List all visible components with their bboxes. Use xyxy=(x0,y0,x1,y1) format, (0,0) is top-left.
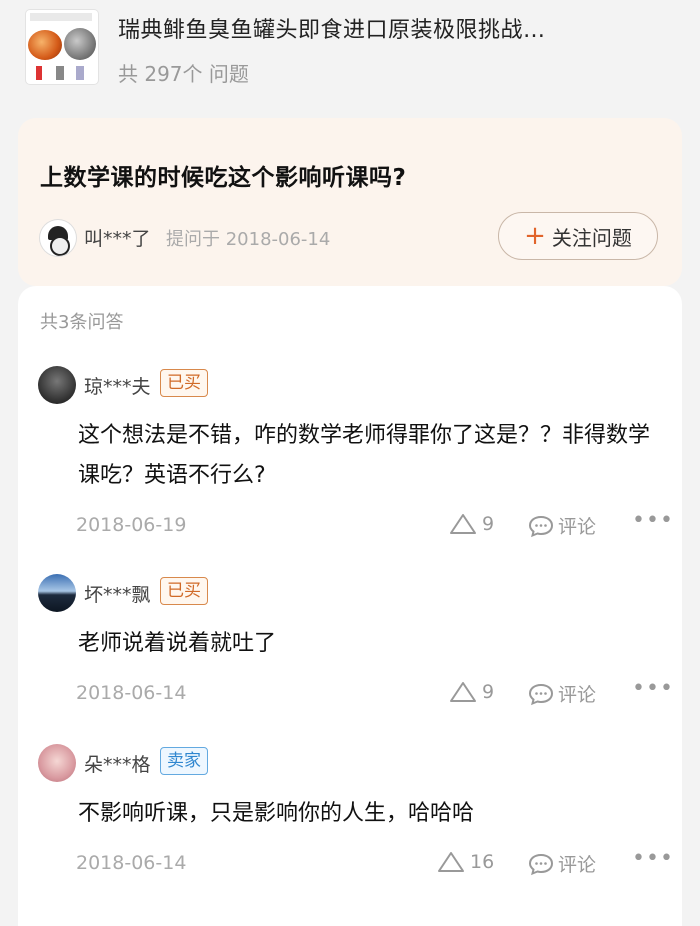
like-count: 9 xyxy=(482,513,495,535)
answerer-name: 坏***飘 xyxy=(84,584,151,606)
chat-bubble-icon xyxy=(528,853,554,875)
answer-text: 这个想法是不错，咋的数学老师得罪你了这是？？非得数学课吃？英语不行么? xyxy=(78,423,651,488)
product-thumbnail[interactable] xyxy=(26,10,98,84)
chat-bubble-icon xyxy=(528,683,554,705)
triangle-up-icon xyxy=(450,682,476,702)
follow-question-button[interactable]: + 关注问题 xyxy=(498,212,658,260)
follow-label: 关注问题 xyxy=(551,225,632,250)
comment-label: 评论 xyxy=(558,516,597,538)
comment-label: 评论 xyxy=(558,684,597,706)
triangle-up-icon xyxy=(450,514,476,534)
question-card: 上数学课的时候吃这个影响听课吗? 叫***了 提问于 2018-06-14 + … xyxy=(18,118,682,286)
more-dots-icon[interactable]: ••• xyxy=(632,676,674,701)
answer-date: 2018-06-14 xyxy=(76,852,187,874)
chat-bubble-icon xyxy=(528,515,554,537)
question-title: 上数学课的时候吃这个影响听课吗? xyxy=(40,165,407,191)
answers-panel: 共3条问答 琼***夫 已买 这个想法是不错，咋的数学老师得罪你了这是？？非得数… xyxy=(18,286,682,926)
comment-button[interactable]: 评论 xyxy=(528,680,596,707)
comment-label: 评论 xyxy=(558,854,597,876)
avatar[interactable] xyxy=(38,366,76,404)
like-button[interactable]: 9 xyxy=(448,512,494,536)
answerer-name: 朵***格 xyxy=(84,754,151,776)
like-count: 16 xyxy=(470,851,495,873)
asker-avatar[interactable] xyxy=(40,220,76,256)
avatar[interactable] xyxy=(38,574,76,612)
answer-date: 2018-06-19 xyxy=(76,514,187,536)
avatar[interactable] xyxy=(38,744,76,782)
triangle-up-icon xyxy=(438,852,464,872)
plus-icon: + xyxy=(524,221,546,251)
like-count: 9 xyxy=(482,681,495,703)
more-dots-icon[interactable]: ••• xyxy=(632,846,674,871)
answerer-name: 琼***夫 xyxy=(84,376,151,398)
like-button[interactable]: 16 xyxy=(436,850,494,874)
answer-text: 老师说着说着就吐了 xyxy=(78,631,277,656)
answers-count: 共3条问答 xyxy=(40,312,124,333)
asker-name: 叫***了 xyxy=(84,228,151,250)
question-count: 共 297个 问题 xyxy=(118,62,249,86)
answer-text: 不影响听课，只是影响你的人生，哈哈哈 xyxy=(78,801,475,826)
product-header[interactable]: 瑞典鲱鱼臭鱼罐头即食进口原装极限挑战… 共 297个 问题 xyxy=(0,0,700,110)
asked-date: 提问于 2018-06-14 xyxy=(166,229,331,250)
product-title[interactable]: 瑞典鲱鱼臭鱼罐头即食进口原装极限挑战… xyxy=(118,12,678,44)
more-dots-icon[interactable]: ••• xyxy=(632,508,674,533)
bought-badge: 已买 xyxy=(160,577,208,605)
answer-date: 2018-06-14 xyxy=(76,682,187,704)
comment-button[interactable]: 评论 xyxy=(528,850,596,877)
like-button[interactable]: 9 xyxy=(448,680,494,704)
bought-badge: 已买 xyxy=(160,369,208,397)
comment-button[interactable]: 评论 xyxy=(528,512,596,539)
seller-badge: 卖家 xyxy=(160,747,208,775)
